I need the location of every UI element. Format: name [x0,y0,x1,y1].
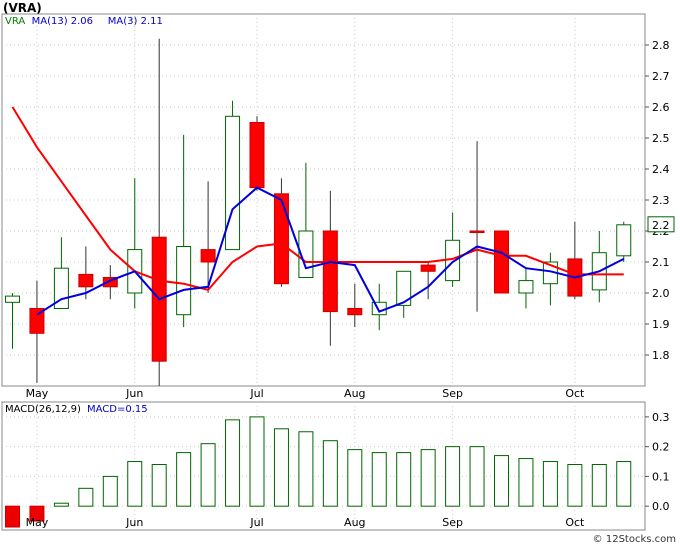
price-month-label: Aug [344,387,365,400]
macd-bar-positive [371,452,387,507]
candle-body-down [469,230,485,233]
candle-body-down [420,264,436,272]
macd-bar-positive [542,461,558,507]
macd-legend-label: MACD(26,12,9) [5,404,81,415]
macd-bar-positive [151,464,167,507]
macd-bar-positive [494,455,509,507]
macd-tick-label: 0.2 [652,441,670,454]
price-month-label: Jul [249,387,263,400]
macd-month-label: Jul [249,516,263,529]
macd-bar-positive [420,449,436,507]
candle-body-up [176,246,192,316]
price-legend-ma-13-: MA(13) 2.06 [32,16,93,27]
macd-bar-positive [396,452,412,507]
macd-bar-positive [53,502,69,507]
macd-bar-positive [127,461,143,507]
price-tick-label: 2.1 [652,256,670,269]
price-tick-label: 2.0 [652,287,670,300]
candle-body-up [225,115,241,251]
chart-title: (VRA) [3,1,42,15]
price-tick-label: 1.9 [652,318,670,331]
candle-body-down [347,308,363,316]
price-month-label: Jun [125,387,143,400]
macd-bar-negative [5,505,20,528]
price-tick-label: 2.6 [652,101,670,114]
macd-bar-positive [469,446,485,507]
macd-tick-label: 0.3 [652,411,670,424]
watermark: © 12Stocks.com [593,534,676,545]
price-month-label: Oct [565,387,585,400]
price-tick-label: 1.8 [652,349,670,362]
macd-bar-positive [225,419,241,507]
macd-bar-positive [347,449,363,507]
candle-body-down [78,273,94,288]
price-tick-label: 2.4 [652,163,670,176]
candle-body-down [200,249,216,263]
macd-bar-positive [322,440,338,507]
price-tick-label: 2.5 [652,132,670,145]
stock-chart: (VRA) 1.8 1.9 2.0 2.1 2.2 2.3 2.4 2.5 2.6 2.7 2.8 VR… [1,1,676,545]
macd-bar-positive [78,487,94,507]
macd-bar-positive [591,464,607,507]
macd-bar-positive [102,475,118,507]
macd-month-label: Oct [565,516,585,529]
last-price-label: 2.2 [652,219,670,232]
price-month-label: May [26,387,49,400]
candle-body-down [273,193,289,285]
macd-bar-positive [445,446,461,507]
macd-tick-label: 0.0 [652,500,670,513]
macd-bar-positive [567,464,583,507]
price-legend-ma-3-: MA(3) 2.11 [108,16,163,27]
macd-bar-positive [176,452,192,507]
price-legend-vra: VRA [5,16,25,27]
candle-body-down [322,230,338,313]
macd-month-label: Sep [442,516,463,529]
macd-bar-positive [518,458,534,507]
price-tick-label: 2.7 [652,70,670,83]
macd-month-label: Aug [344,516,365,529]
macd-month-label: Jun [125,516,143,529]
price-month-label: Sep [442,387,463,400]
macd-bar-positive [200,443,216,507]
macd-bar-positive [616,461,632,507]
candle-body-up [5,295,20,303]
macd-month-label: May [26,516,49,529]
candle-body-up [518,280,534,294]
macd-bar-positive [249,416,265,507]
macd-bar-positive [273,428,289,507]
macd-tick-label: 0.1 [652,470,670,483]
candle-body-down [494,230,509,294]
price-tick-label: 2.3 [652,194,670,207]
candle-body-down [249,122,265,189]
price-tick-label: 2.8 [652,39,670,52]
macd-legend-value: MACD=0.15 [87,404,148,415]
macd-bar-positive [298,431,314,507]
candle-body-up [616,224,632,257]
